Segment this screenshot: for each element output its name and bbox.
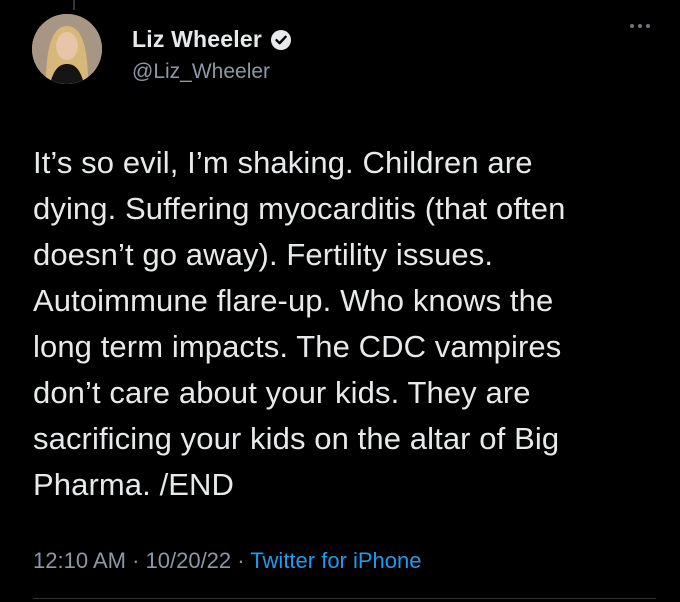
verified-badge-icon xyxy=(271,29,292,50)
more-dot xyxy=(630,24,634,28)
tweet-metadata: 12:10 AM · 10/20/22 · Twitter for iPhone xyxy=(33,548,422,574)
author-name-row: Liz Wheeler xyxy=(132,26,292,53)
more-dot xyxy=(638,24,642,28)
more-dot xyxy=(646,24,650,28)
author-display-name[interactable]: Liz Wheeler xyxy=(132,26,262,53)
meta-separator: · xyxy=(231,548,251,573)
tweet-time[interactable]: 12:10 AM xyxy=(33,548,126,573)
divider xyxy=(33,598,656,599)
tweet-date[interactable]: 10/20/22 xyxy=(146,548,232,573)
tweet-text: It’s so evil, I’m shaking. Children are … xyxy=(33,145,566,502)
avatar[interactable] xyxy=(32,14,102,84)
avatar-photo xyxy=(32,14,102,84)
more-options-icon[interactable] xyxy=(630,24,650,28)
meta-separator: · xyxy=(125,548,146,573)
author-handle[interactable]: @Liz_Wheeler xyxy=(132,60,270,84)
thread-connector-line xyxy=(73,0,75,10)
tweet-source-link[interactable]: Twitter for iPhone xyxy=(250,548,421,573)
